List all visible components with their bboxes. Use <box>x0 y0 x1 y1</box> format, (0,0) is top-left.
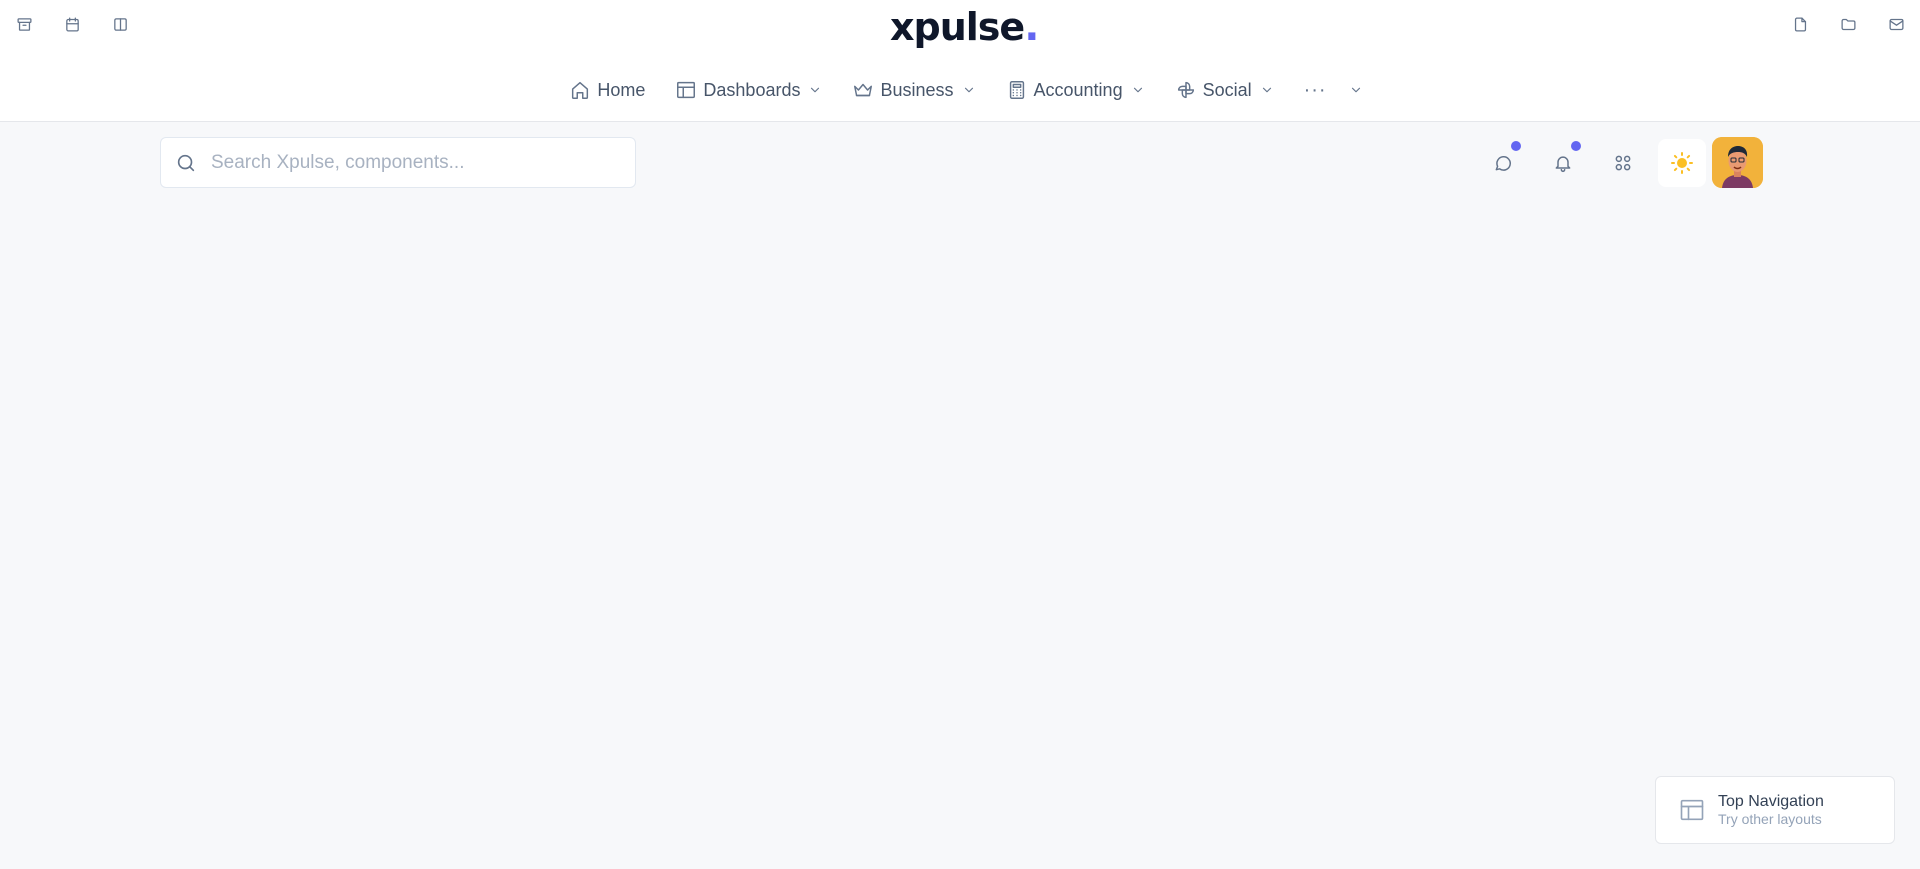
archive-icon[interactable] <box>14 14 34 34</box>
nav-business-label: Business <box>880 79 954 100</box>
user-avatar[interactable] <box>1712 137 1763 188</box>
logo-dot: . <box>1024 4 1039 50</box>
sun-icon <box>1671 151 1693 174</box>
search-icon <box>177 154 195 171</box>
header-actions <box>1478 137 1763 188</box>
logo-x: x <box>890 5 914 49</box>
quick-actions-right <box>1790 14 1906 34</box>
chevron-down-icon <box>964 87 973 93</box>
layout-switcher[interactable]: Top Navigation Try other layouts <box>1655 776 1895 844</box>
search-input[interactable] <box>211 151 611 174</box>
nav-dashboards-label: Dashboards <box>703 79 801 100</box>
file-icon[interactable] <box>1790 14 1810 34</box>
more-icon: ··· <box>1303 78 1327 101</box>
home-icon <box>572 81 589 99</box>
nav-social[interactable]: Social <box>1175 79 1274 101</box>
folder-icon[interactable] <box>1838 14 1858 34</box>
calculator-icon <box>1009 81 1024 99</box>
logo-text: pulse <box>913 5 1026 49</box>
apps-grid-icon <box>1615 155 1631 170</box>
nav-accounting[interactable]: Accounting <box>1006 79 1145 101</box>
layout-icon <box>1680 799 1704 821</box>
layout-icon <box>677 81 696 99</box>
search-box[interactable] <box>160 137 636 188</box>
brand-logo[interactable]: x pulse. <box>890 4 1039 50</box>
layout-switcher-title: Top Navigation <box>1718 793 1824 810</box>
chevron-down-icon <box>1262 87 1271 93</box>
bell-icon <box>1555 155 1571 172</box>
mail-icon[interactable] <box>1886 14 1906 34</box>
columns-icon[interactable] <box>110 14 130 34</box>
avatar-illustration <box>1712 137 1763 188</box>
layout-switcher-text: Top Navigation Try other layouts <box>1718 792 1824 828</box>
chevron-down-icon <box>1351 87 1360 93</box>
nav-social-label: Social <box>1202 79 1252 100</box>
layout-switcher-subtitle: Try other layouts <box>1718 811 1822 827</box>
calendar-icon[interactable] <box>62 14 82 34</box>
notifications-button[interactable] <box>1538 138 1588 188</box>
nav-business[interactable]: Business <box>852 79 975 101</box>
nav-dashboards[interactable]: Dashboards <box>675 79 822 101</box>
pinwheel-icon <box>1177 81 1194 99</box>
chevron-down-icon <box>1133 87 1142 93</box>
crown-icon <box>854 83 873 97</box>
nav-accounting-label: Accounting <box>1033 79 1123 100</box>
unread-dot <box>1571 140 1581 151</box>
theme-toggle-button[interactable] <box>1658 138 1706 187</box>
top-header: x pulse. Home Dashboards Business Accoun… <box>0 0 1920 122</box>
chevron-down-icon <box>811 87 820 93</box>
unread-dot <box>1511 140 1521 151</box>
nav-home[interactable]: Home <box>569 79 645 101</box>
apps-button[interactable] <box>1598 138 1648 188</box>
main-navigation: Home Dashboards Business Accounting Soci… <box>0 72 1920 108</box>
nav-more[interactable]: ··· <box>1304 79 1363 102</box>
messages-button[interactable] <box>1478 138 1528 188</box>
chat-icon <box>1495 155 1511 171</box>
nav-home-label: Home <box>597 79 646 100</box>
quick-actions-left <box>14 14 130 34</box>
